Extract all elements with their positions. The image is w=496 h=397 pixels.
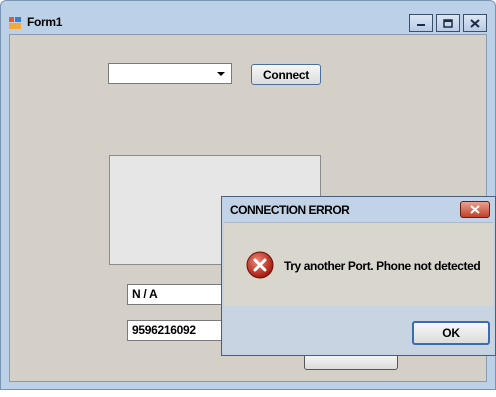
window-controls [409,14,487,32]
minimize-button[interactable] [409,14,433,32]
dialog-title: CONNECTION ERROR [230,203,350,217]
maximize-icon [443,18,453,28]
connection-error-dialog: CONNECTION ERROR Try another Port. Phone… [221,196,496,356]
minimize-icon [417,24,425,26]
ok-button[interactable]: OK [412,321,490,345]
app-form-icon [9,17,21,29]
title-bar[interactable]: Form1 [1,1,495,33]
port-select[interactable] [108,63,232,84]
dialog-close-button[interactable] [460,201,490,218]
close-icon [470,205,480,214]
close-icon [470,18,480,28]
window-title: Form1 [27,15,63,29]
close-button[interactable] [463,14,487,32]
phone-number-field[interactable]: 9596216092 [127,320,227,341]
maximize-button[interactable] [436,14,460,32]
chevron-down-icon[interactable] [217,72,225,76]
error-icon [246,251,274,279]
error-message: Try another Port. Phone not detected [284,259,481,273]
connect-button[interactable]: Connect [251,64,321,85]
dialog-body: Try another Port. Phone not detected [224,222,493,307]
status-field[interactable]: N / A [127,284,227,305]
